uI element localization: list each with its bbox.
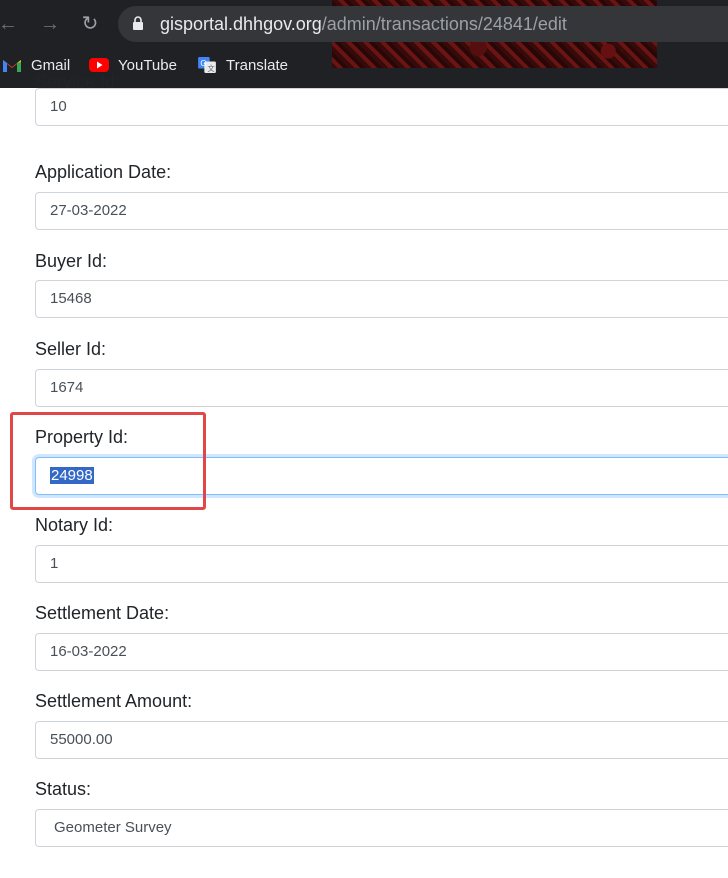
- translate-icon: G 文: [198, 57, 216, 73]
- url-host: gisportal.dhhgov.org: [160, 14, 322, 34]
- bookmark-label: Translate: [226, 56, 288, 74]
- notary-id-input[interactable]: 1: [35, 545, 728, 583]
- svg-text:文: 文: [207, 64, 214, 73]
- bookmark-translate[interactable]: G 文 Translate: [197, 52, 288, 78]
- address-bar[interactable]: gisportal.dhhgov.org/admin/transactions/…: [118, 6, 728, 42]
- lock-icon[interactable]: [132, 16, 144, 30]
- property-id-input[interactable]: 24998: [35, 457, 728, 495]
- transaction-edit-form: Service Id: 10 Application Date: 27-03-2…: [0, 72, 728, 878]
- service-id-input[interactable]: 10: [35, 88, 728, 126]
- seller-id-input[interactable]: 1674: [35, 369, 728, 407]
- settlement-amount-input[interactable]: 55000.00: [35, 721, 728, 759]
- buyer-id-label: Buyer Id:: [35, 251, 108, 271]
- settlement-date-input[interactable]: 16-03-2022: [35, 633, 728, 671]
- settlement-amount-label: Settlement Amount:: [35, 691, 193, 711]
- url-path: /admin/transactions/24841/edit: [321, 14, 567, 34]
- back-arrow-icon[interactable]: ←: [0, 10, 22, 38]
- gmail-icon: [3, 60, 21, 72]
- reload-icon[interactable]: ↻: [76, 10, 104, 38]
- application-date-input[interactable]: 27-03-2022: [35, 192, 728, 230]
- status-select[interactable]: Geometer Survey: [35, 809, 728, 847]
- settlement-date-label: Settlement Date:: [35, 603, 170, 623]
- url-text[interactable]: gisportal.dhhgov.org/admin/transactions/…: [160, 14, 567, 34]
- bookmark-label: Gmail: [31, 56, 71, 74]
- application-date-label: Application Date:: [35, 162, 172, 182]
- selected-text: 24998: [50, 467, 94, 484]
- bookmark-label: YouTube: [118, 56, 177, 74]
- forward-arrow-icon[interactable]: →: [36, 10, 64, 38]
- status-label: Status:: [35, 779, 92, 799]
- svg-text:G: G: [200, 59, 206, 68]
- notary-id-label: Notary Id:: [35, 515, 114, 535]
- property-id-label: Property Id:: [35, 427, 129, 447]
- youtube-icon: [89, 58, 109, 72]
- buyer-id-input[interactable]: 15468: [35, 280, 728, 318]
- seller-id-label: Seller Id:: [35, 339, 107, 359]
